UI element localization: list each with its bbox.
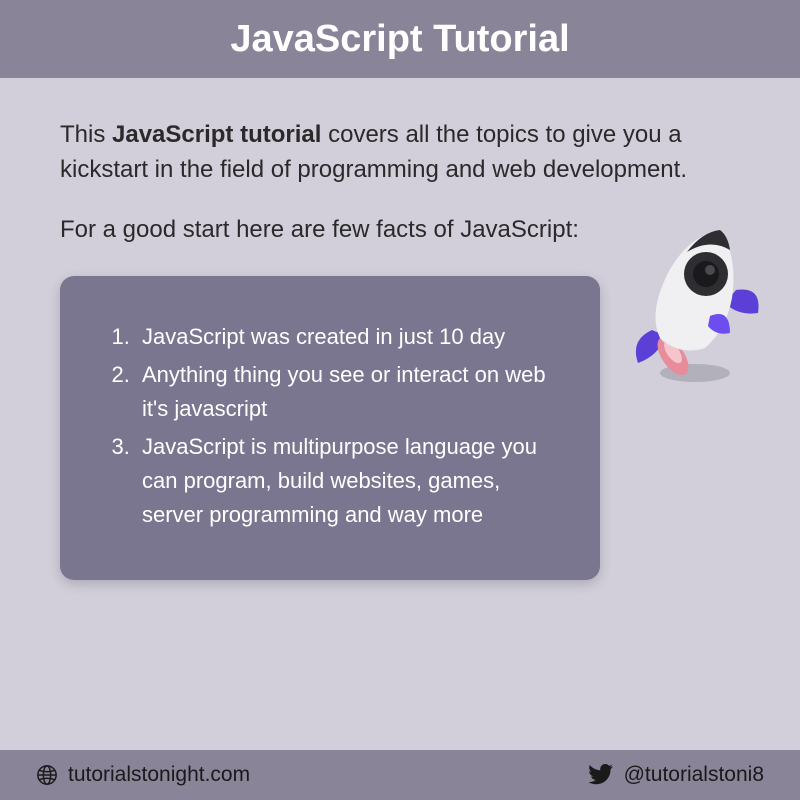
facts-card: JavaScript was created in just 10 day An…	[60, 276, 600, 581]
globe-icon	[36, 764, 58, 786]
footer-handle: @tutorialstoni8	[588, 763, 764, 787]
list-item: JavaScript was created in just 10 day	[136, 320, 556, 354]
intro-bold: JavaScript tutorial	[112, 121, 321, 148]
intro-text: This JavaScript tutorial covers all the …	[60, 118, 740, 188]
intro-prefix: This	[60, 121, 112, 148]
facts-list: JavaScript was created in just 10 day An…	[96, 320, 556, 533]
list-item: Anything thing you see or interact on we…	[136, 358, 556, 426]
rocket-icon	[610, 208, 770, 388]
website-text: tutorialstonight.com	[68, 763, 250, 787]
twitter-icon	[588, 764, 614, 786]
header-bar: JavaScript Tutorial	[0, 0, 800, 78]
footer-bar: tutorialstonight.com @tutorialstoni8	[0, 750, 800, 800]
page-title: JavaScript Tutorial	[230, 18, 569, 61]
footer-website: tutorialstonight.com	[36, 763, 250, 787]
list-item: JavaScript is multipurpose language you …	[136, 430, 556, 532]
handle-text: @tutorialstoni8	[624, 763, 764, 787]
